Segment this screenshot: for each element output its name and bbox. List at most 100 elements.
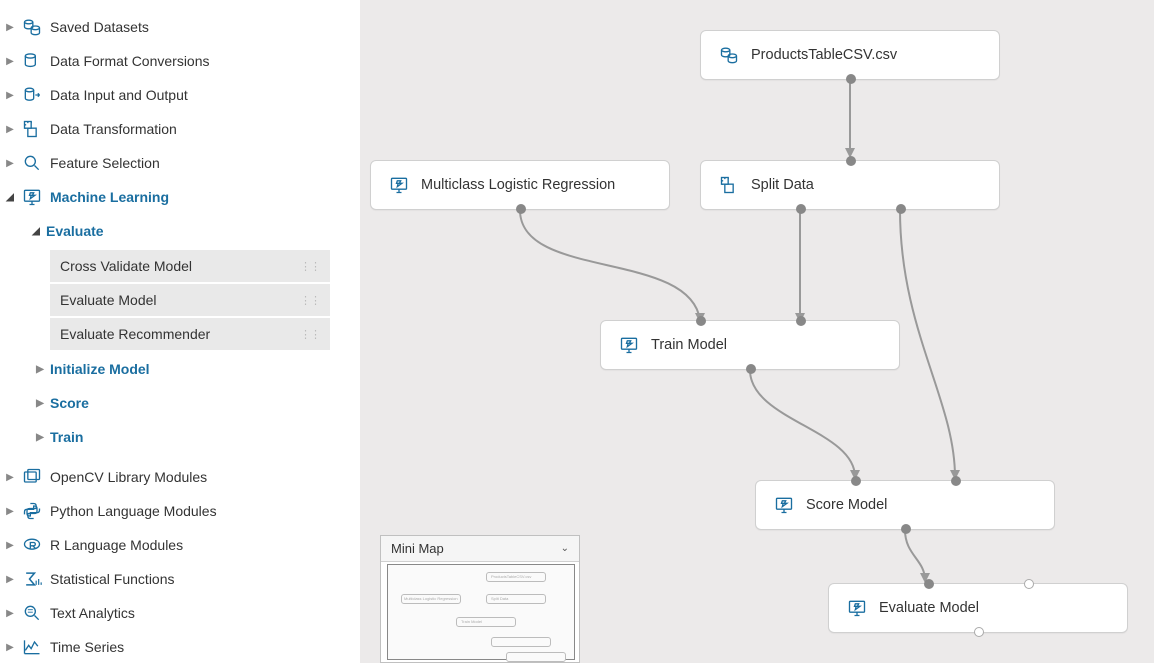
tree-label: Statistical Functions xyxy=(50,571,175,587)
caret-icon: ▶ xyxy=(0,642,20,653)
node-score-model[interactable]: Score Model xyxy=(755,480,1055,530)
node-label: Evaluate Model xyxy=(879,600,979,616)
mm-label: Multiclass Logistic Regression xyxy=(404,596,458,601)
tree-item-data-input-output[interactable]: ▶ Data Input and Output xyxy=(0,78,360,112)
tree-item-initialize-model[interactable]: ▶ Initialize Model xyxy=(0,352,360,386)
import-icon xyxy=(20,85,44,105)
input-port-1[interactable] xyxy=(924,579,934,589)
tree-label: Machine Learning xyxy=(50,189,169,205)
caret-icon: ▶ xyxy=(0,158,20,169)
tree-item-data-format-conversions[interactable]: ▶ Data Format Conversions xyxy=(0,44,360,78)
input-port-2[interactable] xyxy=(1024,579,1034,589)
node-dataset[interactable]: ProductsTableCSV.csv xyxy=(700,30,1000,80)
output-port-2[interactable] xyxy=(896,204,906,214)
node-multiclass-logistic-regression[interactable]: Multiclass Logistic Regression xyxy=(370,160,670,210)
minimap-title: Mini Map xyxy=(391,541,444,556)
output-port[interactable] xyxy=(846,74,856,84)
tree-item-statistical-functions[interactable]: ▶ Statistical Functions xyxy=(0,562,360,596)
sigma-icon xyxy=(20,569,44,589)
drag-handle-icon: ⋮⋮ xyxy=(300,294,320,307)
output-port[interactable] xyxy=(746,364,756,374)
node-train-model[interactable]: Train Model xyxy=(600,320,900,370)
node-split-data[interactable]: Split Data xyxy=(700,160,1000,210)
mm-label: Split Data xyxy=(491,596,508,601)
tree-label: R Language Modules xyxy=(50,537,183,553)
mm-node xyxy=(506,652,566,662)
output-port[interactable] xyxy=(901,524,911,534)
mm-label: ProductsTableCSV.csv xyxy=(491,574,531,579)
transform-icon xyxy=(719,175,739,195)
mm-node xyxy=(491,637,551,647)
dataset-icon xyxy=(20,51,44,71)
tree-item-machine-learning[interactable]: ◢ Machine Learning xyxy=(0,180,360,214)
drag-handle-icon: ⋮⋮ xyxy=(300,260,320,273)
module-label: Evaluate Model xyxy=(60,292,157,308)
ml-icon xyxy=(20,187,44,207)
caret-icon: ▶ xyxy=(0,22,20,33)
caret-icon: ▶ xyxy=(0,472,20,483)
experiment-canvas[interactable]: ProductsTableCSV.csv Multiclass Logistic… xyxy=(360,0,1154,663)
text-icon xyxy=(20,603,44,623)
tree-item-saved-datasets[interactable]: ▶ Saved Datasets xyxy=(0,10,360,44)
input-port[interactable] xyxy=(846,156,856,166)
caret-icon: ▶ xyxy=(0,56,20,67)
minimap[interactable]: Mini Map ⌄ ProductsTableCSV.csv Multicla… xyxy=(380,535,580,663)
output-port[interactable] xyxy=(516,204,526,214)
caret-icon: ▶ xyxy=(30,398,50,409)
tree-item-feature-selection[interactable]: ▶ Feature Selection xyxy=(0,146,360,180)
tree-item-python[interactable]: ▶ Python Language Modules xyxy=(0,494,360,528)
python-icon xyxy=(20,501,44,521)
tree-label: Feature Selection xyxy=(50,155,160,171)
node-evaluate-model[interactable]: Evaluate Model xyxy=(828,583,1128,633)
mm-label: Train Model xyxy=(461,619,482,624)
chevron-down-icon: ⌄ xyxy=(561,543,569,554)
dataset-icon xyxy=(719,45,739,65)
drag-handle-icon: ⋮⋮ xyxy=(300,328,320,341)
input-port-1[interactable] xyxy=(696,316,706,326)
tree-item-score[interactable]: ▶ Score xyxy=(0,386,360,420)
tree-item-train[interactable]: ▶ Train xyxy=(0,420,360,454)
node-label: Multiclass Logistic Regression xyxy=(421,177,615,193)
node-label: ProductsTableCSV.csv xyxy=(751,47,897,63)
tree-label: Data Format Conversions xyxy=(50,53,210,69)
module-label: Evaluate Recommender xyxy=(60,326,210,342)
r-icon xyxy=(20,535,44,555)
input-port-2[interactable] xyxy=(951,476,961,486)
minimap-header[interactable]: Mini Map ⌄ xyxy=(381,536,579,562)
output-port[interactable] xyxy=(974,627,984,637)
tree-label: Evaluate xyxy=(46,223,104,239)
caret-icon: ▶ xyxy=(0,540,20,551)
caret-down-icon: ◢ xyxy=(0,192,20,203)
module-evaluate-model[interactable]: Evaluate Model ⋮⋮ xyxy=(50,284,330,316)
opencv-icon xyxy=(20,467,44,487)
tree-item-time-series[interactable]: ▶ Time Series xyxy=(0,630,360,664)
ml-icon xyxy=(847,598,867,618)
tree-label: Train xyxy=(50,429,83,445)
tree-label: Saved Datasets xyxy=(50,19,149,35)
ml-icon xyxy=(774,495,794,515)
tree-label: Time Series xyxy=(50,639,124,655)
tree-item-data-transformation[interactable]: ▶ Data Transformation xyxy=(0,112,360,146)
tree-item-opencv[interactable]: ▶ OpenCV Library Modules xyxy=(0,460,360,494)
tree-item-text-analytics[interactable]: ▶ Text Analytics xyxy=(0,596,360,630)
caret-icon: ▶ xyxy=(0,608,20,619)
module-cross-validate-model[interactable]: Cross Validate Model ⋮⋮ xyxy=(50,250,330,282)
tree-item-r[interactable]: ▶ R Language Modules xyxy=(0,528,360,562)
tree-label: Python Language Modules xyxy=(50,503,217,519)
node-label: Split Data xyxy=(751,177,814,193)
caret-icon: ▶ xyxy=(0,574,20,585)
module-evaluate-recommender[interactable]: Evaluate Recommender ⋮⋮ xyxy=(50,318,330,350)
tree-item-evaluate[interactable]: ◢ Evaluate xyxy=(0,214,360,248)
minimap-body[interactable]: ProductsTableCSV.csv Multiclass Logistic… xyxy=(381,562,579,662)
module-tree-sidebar: ▶ Saved Datasets ▶ Data Format Conversio… xyxy=(0,0,360,663)
input-port-1[interactable] xyxy=(851,476,861,486)
ml-icon xyxy=(389,175,409,195)
input-port-2[interactable] xyxy=(796,316,806,326)
tree-label: Text Analytics xyxy=(50,605,135,621)
output-port-1[interactable] xyxy=(796,204,806,214)
node-label: Train Model xyxy=(651,337,727,353)
caret-icon: ▶ xyxy=(0,124,20,135)
tree-label: Initialize Model xyxy=(50,361,150,377)
transform-icon xyxy=(20,119,44,139)
dataset-icon xyxy=(20,17,44,37)
